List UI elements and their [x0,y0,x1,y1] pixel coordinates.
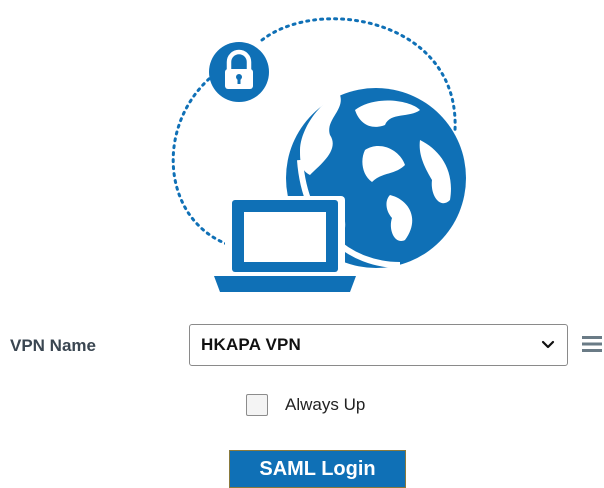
hamburger-menu-icon[interactable] [582,334,602,354]
saml-login-button[interactable]: SAML Login [229,450,406,488]
vpn-illustration [171,17,466,292]
always-up-checkbox[interactable] [246,394,268,416]
laptop-icon [214,196,356,292]
vpn-selected-value: HKAPA VPN [201,335,302,354]
chevron-down-icon [541,340,555,349]
vpn-name-select[interactable]: HKAPA VPN [189,324,568,366]
lock-icon [209,42,269,102]
always-up-row: Always Up [246,394,365,416]
always-up-label: Always Up [285,395,366,414]
vpn-name-label: VPN Name [10,336,96,355]
